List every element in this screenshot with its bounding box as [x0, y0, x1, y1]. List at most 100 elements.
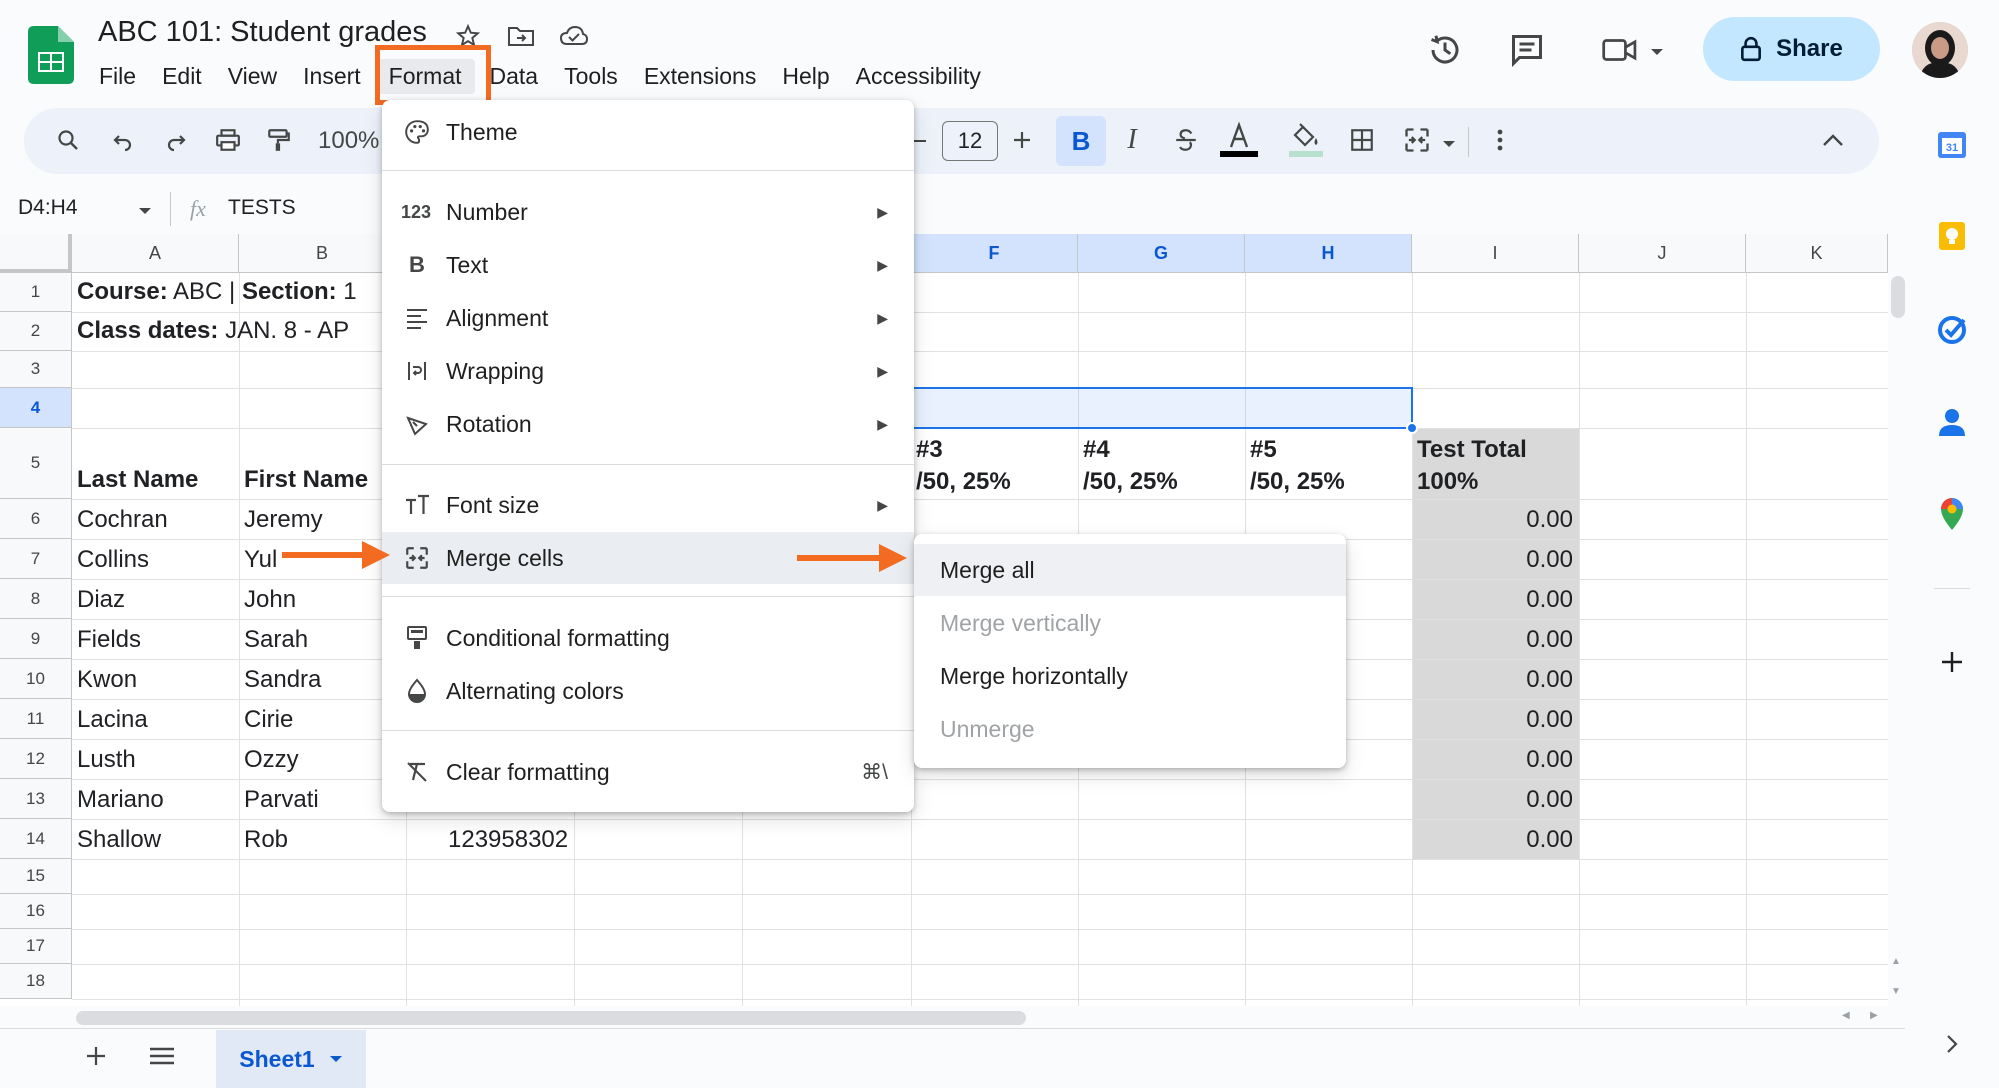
bold-button[interactable]: B — [1056, 116, 1106, 166]
cell-i12[interactable]: 0.00 — [1412, 746, 1579, 774]
expand-side-panel-icon[interactable] — [1932, 1024, 1972, 1064]
row-header-13[interactable]: 13 — [0, 779, 72, 819]
column-header-h[interactable]: H — [1245, 234, 1412, 273]
font-size-input[interactable]: 12 — [942, 121, 998, 161]
keep-icon[interactable] — [1932, 216, 1972, 256]
cell-b11[interactable]: Cirie — [239, 706, 382, 734]
meet-dropdown-icon[interactable] — [1650, 44, 1664, 62]
comments-icon[interactable] — [1505, 28, 1549, 72]
merge-dropdown-icon[interactable] — [1442, 136, 1456, 154]
column-header-i[interactable]: I — [1412, 234, 1579, 273]
cell-a11[interactable]: Lacina — [72, 706, 239, 734]
cell-a9[interactable]: Fields — [72, 626, 239, 654]
horizontal-scrollbar[interactable] — [76, 1011, 1026, 1025]
cloud-status-icon[interactable] — [558, 20, 590, 52]
row-header-9[interactable]: 9 — [0, 619, 72, 659]
menu-item-rotation[interactable]: Rotation ▶ — [382, 398, 914, 450]
italic-button[interactable]: I — [1112, 120, 1152, 160]
column-header-g[interactable]: G — [1078, 234, 1245, 273]
share-button[interactable]: Share — [1703, 17, 1880, 81]
menu-item-clear-formatting[interactable]: Clear formatting ⌘\ — [382, 746, 914, 798]
move-folder-icon[interactable] — [505, 20, 537, 52]
row-header-10[interactable]: 10 — [0, 659, 72, 699]
paint-format-icon[interactable] — [259, 120, 299, 160]
scroll-left-arrow-icon[interactable]: ◀ — [1842, 1010, 1850, 1021]
borders-icon[interactable] — [1342, 120, 1382, 160]
menu-extensions[interactable]: Extensions — [631, 59, 770, 94]
row-header-15[interactable]: 15 — [0, 859, 72, 894]
selection-fill-handle[interactable] — [1406, 422, 1418, 434]
print-icon[interactable] — [208, 120, 248, 160]
cell-i5[interactable]: Test Total 100% — [1412, 434, 1579, 498]
menu-tools[interactable]: Tools — [551, 59, 631, 94]
row-header-2[interactable]: 2 — [0, 312, 72, 351]
cell-i9[interactable]: 0.00 — [1412, 626, 1579, 654]
menu-item-alignment[interactable]: Alignment ▶ — [382, 292, 914, 344]
fill-color-icon[interactable] — [1286, 120, 1326, 160]
menu-file[interactable]: File — [86, 59, 149, 94]
cell-i13[interactable]: 0.00 — [1412, 786, 1579, 814]
row-header-18[interactable]: 18 — [0, 964, 72, 999]
row-header-6[interactable]: 6 — [0, 499, 72, 539]
cell-b14[interactable]: Rob — [239, 826, 406, 854]
sheets-logo-icon[interactable] — [28, 26, 74, 84]
submenu-merge-all[interactable]: Merge all — [914, 544, 1346, 596]
contacts-icon[interactable] — [1932, 402, 1972, 442]
name-box[interactable]: D4:H4 — [18, 196, 78, 220]
name-box-dropdown-icon[interactable] — [138, 203, 152, 221]
tasks-icon[interactable] — [1932, 310, 1972, 350]
meet-video-icon[interactable] — [1598, 28, 1642, 72]
cell-i7[interactable]: 0.00 — [1412, 546, 1579, 574]
cell-a14[interactable]: Shallow — [72, 826, 239, 854]
menu-help[interactable]: Help — [769, 59, 842, 94]
more-options-icon[interactable] — [1480, 120, 1520, 160]
sheet-tab-dropdown-icon[interactable] — [329, 1054, 343, 1064]
cell-a7[interactable]: Collins — [72, 546, 239, 574]
cell-a13[interactable]: Mariano — [72, 786, 239, 814]
menu-insert[interactable]: Insert — [290, 59, 374, 94]
cell-b10[interactable]: Sandra — [239, 666, 382, 694]
cell-b8[interactable]: John — [239, 586, 382, 614]
cell-a1[interactable]: Course: ABC | Section: 1 — [72, 278, 392, 306]
search-menus-icon[interactable] — [48, 120, 88, 160]
menu-item-font-size[interactable]: Font size ▶ — [382, 479, 914, 531]
cell-b5[interactable]: First Name — [239, 466, 399, 494]
user-avatar[interactable] — [1912, 22, 1968, 78]
menu-item-conditional-formatting[interactable]: Conditional formatting — [382, 612, 914, 664]
menu-item-number[interactable]: 123 Number ▶ — [382, 186, 914, 238]
undo-icon[interactable] — [103, 120, 143, 160]
cell-a2[interactable]: Class dates: JAN. 8 - AP — [72, 317, 392, 345]
cell-b9[interactable]: Sarah — [239, 626, 382, 654]
strikethrough-icon[interactable] — [1166, 120, 1206, 160]
cell-b12[interactable]: Ozzy — [239, 746, 382, 774]
redo-icon[interactable] — [156, 120, 196, 160]
row-header-11[interactable]: 11 — [0, 699, 72, 739]
column-header-k[interactable]: K — [1746, 234, 1888, 273]
column-header-j[interactable]: J — [1579, 234, 1746, 273]
row-header-8[interactable]: 8 — [0, 579, 72, 619]
column-header-a[interactable]: A — [72, 234, 239, 273]
menu-item-theme[interactable]: Theme — [382, 106, 914, 158]
row-header-12[interactable]: 12 — [0, 739, 72, 779]
row-header-5[interactable]: 5 — [0, 428, 72, 499]
cell-b13[interactable]: Parvati — [239, 786, 382, 814]
cell-i11[interactable]: 0.00 — [1412, 706, 1579, 734]
maps-icon[interactable] — [1932, 494, 1972, 534]
merge-cells-toolbar-icon[interactable] — [1397, 120, 1437, 160]
column-header-b[interactable]: B — [239, 234, 406, 273]
cell-i6[interactable]: 0.00 — [1412, 506, 1579, 534]
sheet-tab-sheet1[interactable]: Sheet1 — [216, 1030, 366, 1088]
select-all-corner[interactable] — [0, 234, 72, 273]
scroll-down-arrow-icon[interactable]: ▼ — [1891, 986, 1901, 997]
cell-a10[interactable]: Kwon — [72, 666, 239, 694]
add-sheet-icon[interactable] — [84, 1044, 108, 1073]
cell-c14[interactable]: 123958302 — [443, 826, 611, 854]
cell-a12[interactable]: Lusth — [72, 746, 239, 774]
menu-item-alternating-colors[interactable]: Alternating colors — [382, 665, 914, 717]
decrease-font-size-icon[interactable] — [912, 140, 926, 142]
menu-item-text[interactable]: B Text ▶ — [382, 239, 914, 291]
selected-range-d4-h4[interactable] — [911, 387, 1413, 429]
cell-i10[interactable]: 0.00 — [1412, 666, 1579, 694]
submenu-merge-horizontally[interactable]: Merge horizontally — [914, 650, 1346, 702]
cell-i14[interactable]: 0.00 — [1412, 826, 1579, 854]
